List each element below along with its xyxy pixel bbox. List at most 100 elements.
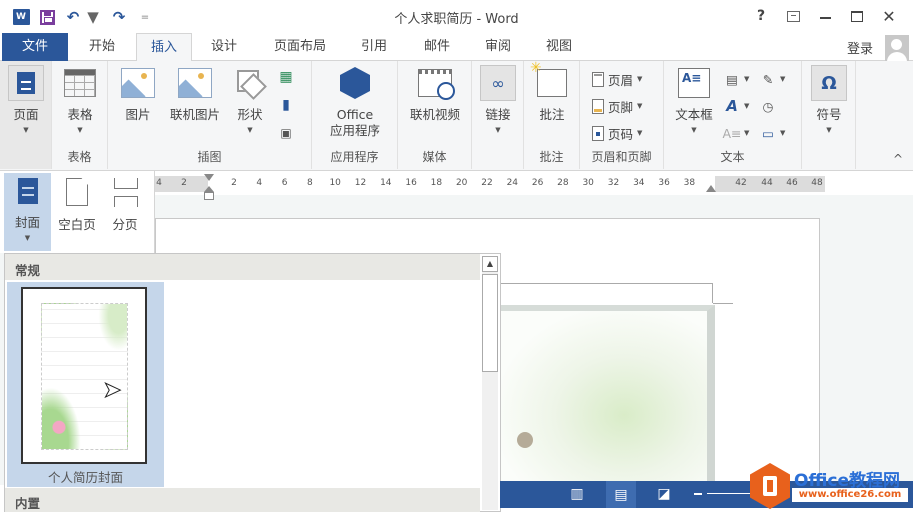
page-break-button[interactable]: 分页 bbox=[100, 173, 150, 233]
date-time-button[interactable]: ◷ bbox=[760, 94, 776, 118]
right-indent-marker[interactable] bbox=[706, 185, 716, 192]
shapes-button[interactable]: 形状 ▼ bbox=[230, 65, 270, 137]
ruler-tick: 12 bbox=[354, 178, 367, 188]
signature-icon: ✎ bbox=[762, 71, 774, 87]
paw-decoration bbox=[517, 432, 533, 448]
drop-cap-button[interactable]: A≡ ▼ bbox=[722, 121, 749, 145]
signature-line-button[interactable]: ✎ ▼ bbox=[760, 67, 786, 91]
tab-page-layout[interactable]: 页面布局 bbox=[262, 33, 338, 61]
group-label: 应用程序 bbox=[330, 150, 379, 164]
zoom-slider[interactable] bbox=[707, 493, 757, 494]
header-button[interactable]: 页眉 ▼ bbox=[592, 67, 642, 91]
group-label: 插图 bbox=[197, 150, 222, 164]
cover-page-image[interactable] bbox=[500, 305, 715, 485]
blank-page-icon bbox=[66, 178, 88, 206]
office-apps-button[interactable]: Office 应用程序 bbox=[320, 65, 390, 139]
cover-page-button[interactable]: 封面 ▼ bbox=[4, 173, 51, 251]
chart-icon[interactable]: ▮ bbox=[278, 97, 294, 113]
header-icon bbox=[592, 71, 604, 87]
undo-dropdown[interactable]: ▼ bbox=[80, 6, 106, 28]
wordart-button[interactable]: A ▼ bbox=[724, 94, 749, 118]
page-number-button[interactable]: 页码 ▼ bbox=[592, 121, 642, 145]
gallery-scrollbar[interactable]: ▲ bbox=[482, 256, 498, 510]
save-button[interactable] bbox=[34, 6, 60, 28]
ruler-tick: 16 bbox=[405, 178, 417, 188]
left-indent-marker[interactable] bbox=[204, 186, 214, 202]
ruler-tick: 4 bbox=[256, 178, 263, 188]
chevron-down-icon: ▼ bbox=[24, 234, 31, 242]
quick-parts-icon: ▤ bbox=[726, 71, 738, 87]
blank-page-button[interactable]: 空白页 bbox=[52, 173, 102, 233]
pages-button[interactable]: 页面 ▼ bbox=[6, 65, 46, 137]
minimize-button[interactable] bbox=[809, 5, 841, 27]
office-icon bbox=[337, 65, 373, 101]
online-picture-button[interactable]: 联机图片 bbox=[164, 65, 226, 123]
picture-button[interactable]: 图片 bbox=[118, 65, 158, 123]
window-controls: ? ✕ bbox=[745, 5, 905, 27]
scroll-up-button[interactable]: ▲ bbox=[482, 256, 498, 272]
tab-references[interactable]: 引用 bbox=[350, 33, 398, 61]
ruler-tick: 20 bbox=[455, 178, 468, 188]
ruler-tick: 18 bbox=[430, 178, 443, 188]
group-text: A≡ 文本框 ▼ ▤ ▼ A ▼ A≡ ▼ ✎ ▼ ◷ ▭ ▼ 文本 bbox=[664, 61, 802, 169]
links-button[interactable]: ∞ 链接 ▼ bbox=[478, 65, 518, 137]
maximize-button[interactable] bbox=[841, 5, 873, 27]
ruler-tick: 4 bbox=[156, 178, 162, 188]
customize-qat-button[interactable]: = bbox=[132, 6, 158, 28]
tab-file[interactable]: 文件 bbox=[2, 33, 68, 61]
ribbon-display-options-button[interactable] bbox=[777, 5, 809, 27]
save-icon bbox=[39, 9, 55, 25]
horizontal-ruler[interactable]: 4 2 2 4 6 8 10 12 14 16 18 20 22 24 26 28 30 32 34 36 38 4… bbox=[150, 173, 913, 200]
group-illustrations: 图片 联机图片 形状 ▼ ▦ ▮ ▣ 插图 bbox=[108, 61, 312, 169]
tab-design[interactable]: 设计 bbox=[200, 33, 248, 61]
table-icon bbox=[62, 65, 98, 101]
web-layout-icon[interactable]: ◪ bbox=[655, 486, 673, 502]
tab-home[interactable]: 开始 bbox=[78, 33, 126, 61]
read-mode-icon[interactable]: ▥ bbox=[568, 486, 586, 502]
symbol-button[interactable]: Ω 符号 ▼ bbox=[809, 65, 849, 137]
redo-button[interactable]: ↷ bbox=[106, 6, 132, 28]
tab-insert[interactable]: 插入 bbox=[136, 33, 192, 62]
textbox-button[interactable]: A≡ 文本框 ▼ bbox=[670, 65, 718, 137]
word-app-icon[interactable]: W bbox=[8, 6, 34, 28]
omega-icon: Ω bbox=[811, 65, 847, 101]
sign-in-link[interactable]: 登录 bbox=[847, 38, 873, 57]
table-button[interactable]: 表格 ▼ bbox=[60, 65, 100, 137]
screenshot-icon[interactable]: ▣ bbox=[278, 125, 294, 141]
ruler-tick: 38 bbox=[683, 178, 696, 188]
ribbon-insert: 页面 ▼ 表格 ▼ 表格 图片 联机图片 形状 ▼ ▦ ▮ ▣ 插图 Offic… bbox=[0, 60, 913, 171]
close-button[interactable]: ✕ bbox=[873, 5, 905, 27]
tab-view[interactable]: 视图 bbox=[535, 33, 583, 61]
ruler-tick: 30 bbox=[582, 178, 594, 188]
group-header-footer: 页眉 ▼ 页脚 ▼ 页码 ▼ 页眉和页脚 bbox=[580, 61, 664, 169]
collapse-ribbon-button[interactable]: ^ bbox=[893, 152, 903, 166]
ruler-tick: 46 bbox=[786, 178, 798, 188]
group-pages: 页面 ▼ bbox=[0, 61, 52, 169]
comment-button[interactable]: 批注 bbox=[530, 60, 572, 123]
tab-mailings[interactable]: 邮件 bbox=[413, 33, 461, 61]
online-video-button[interactable]: 联机视频 bbox=[404, 65, 466, 123]
gallery-item-resume-cover[interactable]: 个人简历封面 bbox=[7, 282, 164, 487]
scrollbar-thumb[interactable] bbox=[482, 274, 498, 372]
print-layout-icon[interactable]: ▤ bbox=[606, 481, 636, 508]
group-apps: Office 应用程序 应用程序 bbox=[312, 61, 398, 169]
page-break-icon bbox=[111, 178, 139, 207]
title-bar: W ↶ ▼ ↷ = 个人求职简历 - Word ? ✕ bbox=[0, 0, 913, 33]
object-button[interactable]: ▭ ▼ bbox=[760, 121, 785, 145]
footer-button[interactable]: 页脚 ▼ bbox=[592, 94, 642, 118]
header-boundary-tail bbox=[713, 303, 733, 304]
smartart-icon[interactable]: ▦ bbox=[278, 69, 294, 85]
textbox-icon: A≡ bbox=[676, 65, 712, 101]
tab-review[interactable]: 审阅 bbox=[474, 33, 522, 61]
avatar[interactable] bbox=[885, 35, 909, 61]
ribbon-options-icon bbox=[786, 10, 800, 22]
help-button[interactable]: ? bbox=[745, 5, 777, 27]
ruler-tick: 6 bbox=[281, 178, 288, 188]
quick-parts-button[interactable]: ▤ ▼ bbox=[724, 67, 749, 91]
ruler-tick: 8 bbox=[307, 178, 313, 188]
first-line-indent-marker[interactable] bbox=[204, 174, 214, 181]
ribbon-tabs: 文件 开始 插入 设计 页面布局 引用 邮件 审阅 视图 登录 bbox=[0, 33, 913, 62]
zoom-out-button[interactable] bbox=[694, 493, 702, 495]
group-label: 批注 bbox=[539, 150, 564, 164]
header-boundary bbox=[500, 283, 713, 303]
